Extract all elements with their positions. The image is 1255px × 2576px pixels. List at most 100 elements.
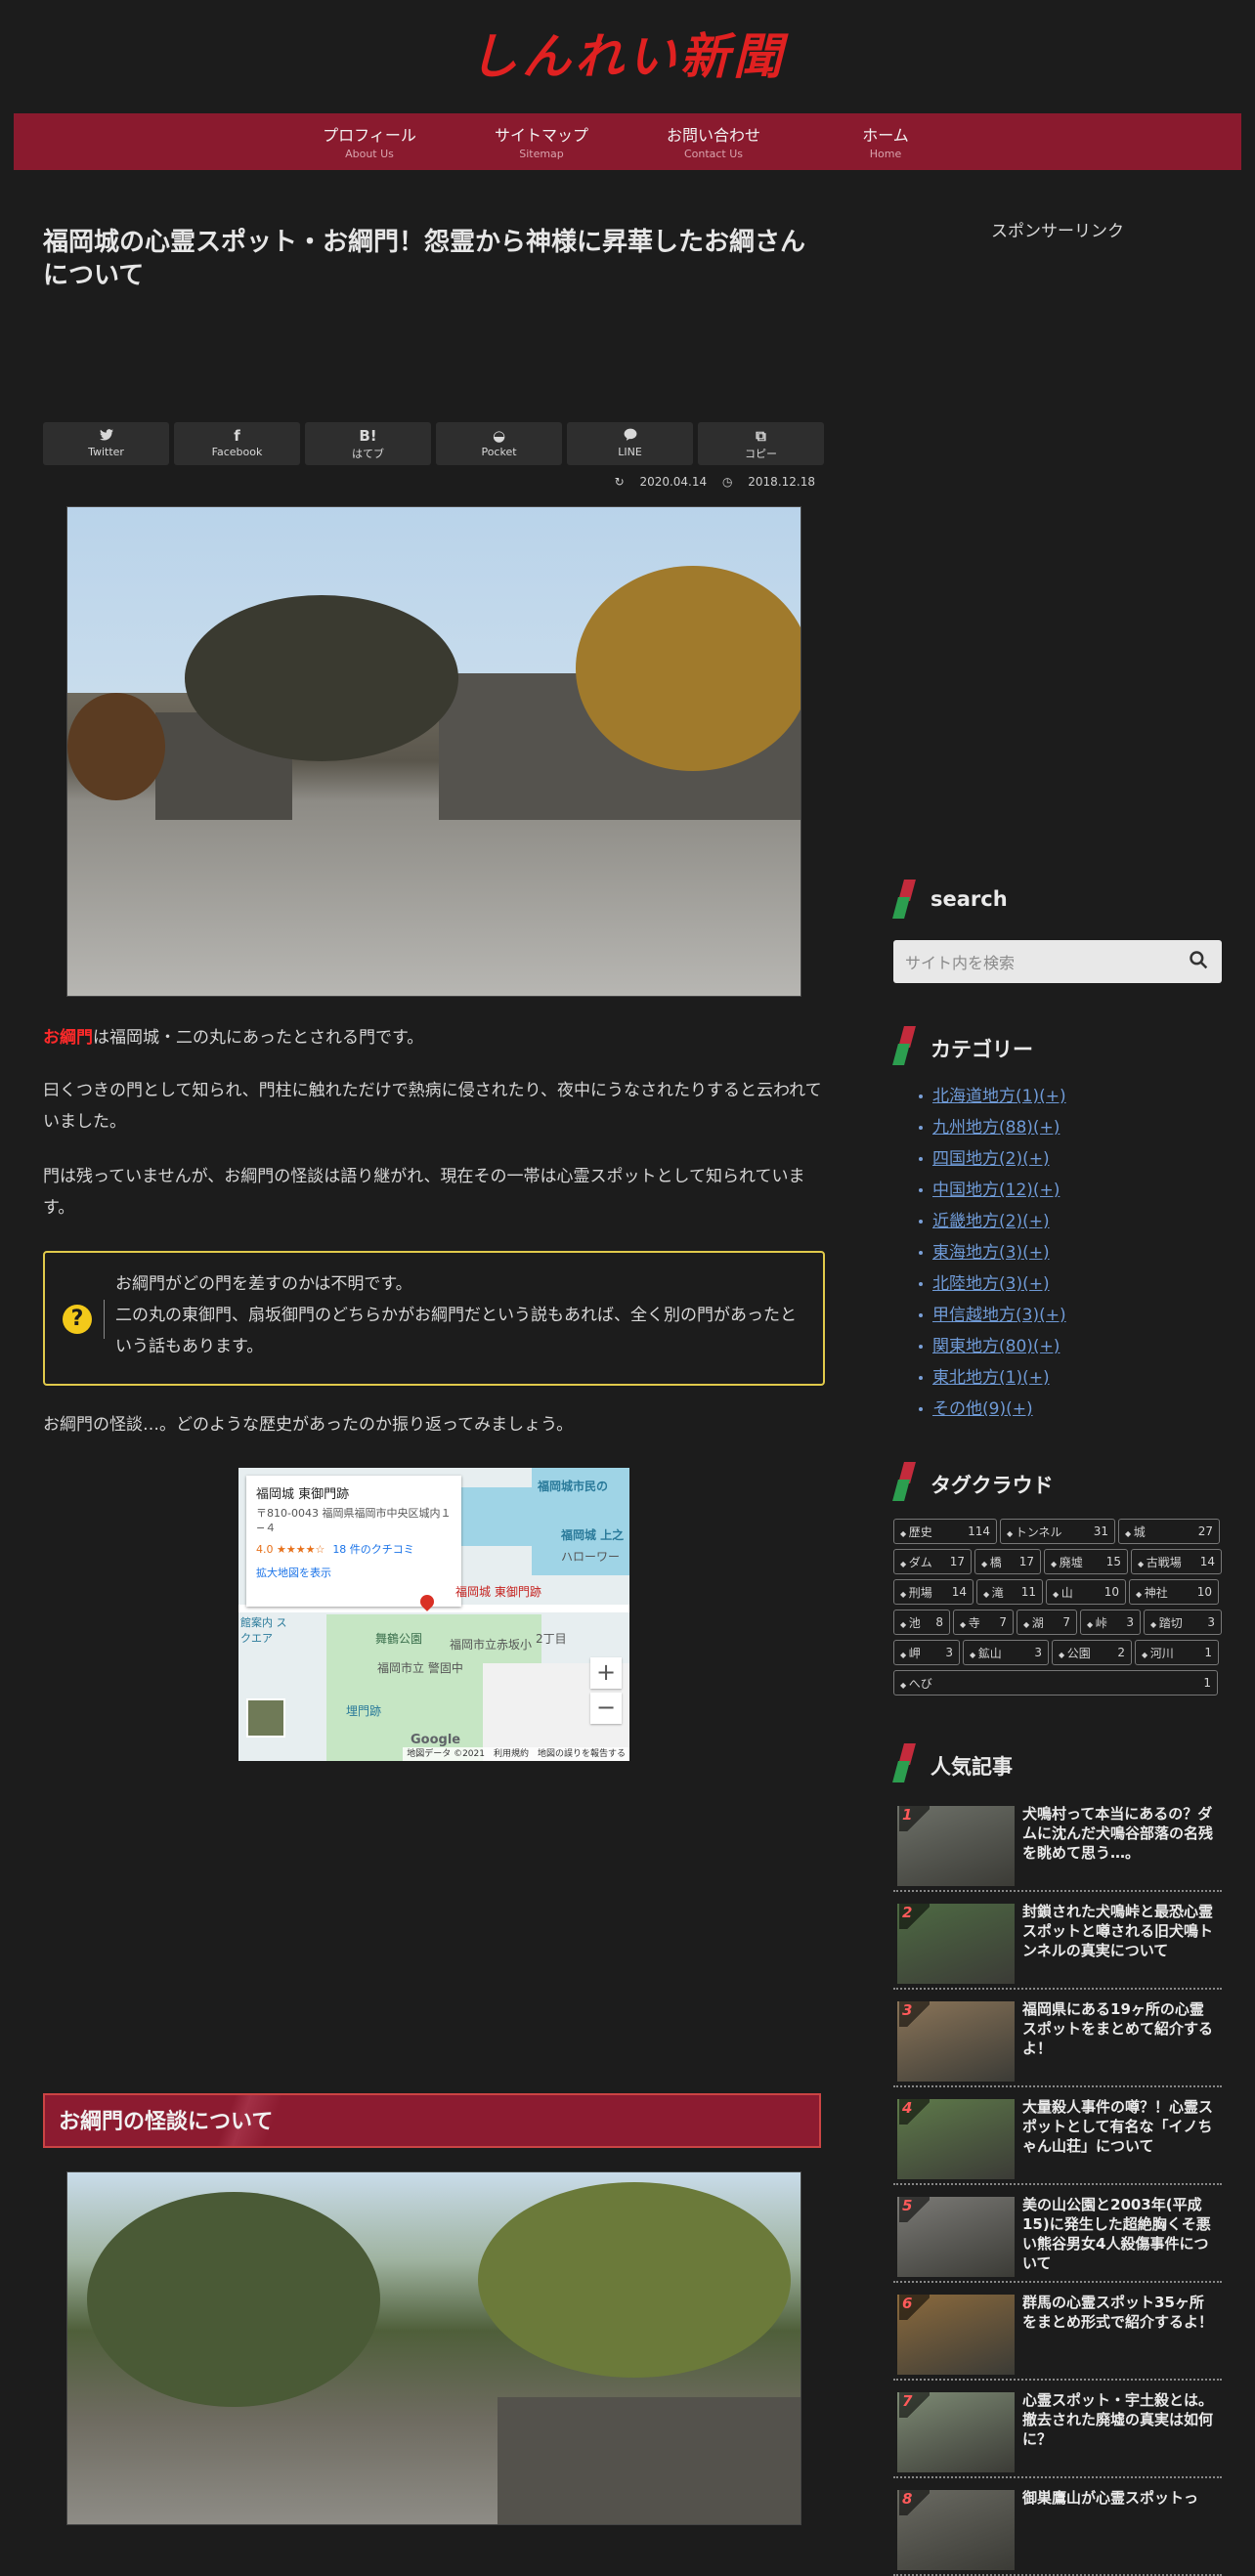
tag-link[interactable]: 岬3 [893,1640,960,1665]
popular-post-item[interactable]: 5 美の山公園と2003年(平成15)に発生した超絶胸くそ悪い熊谷男女4人殺傷事件… [893,2185,1222,2283]
share-copy-button[interactable]: ⧉ コピー [698,422,824,465]
tag-count: 17 [949,1555,965,1568]
tag-link[interactable]: へび 1 [893,1670,1218,1696]
widget-title-text: タグクラウド [930,1474,1054,1497]
share-twitter-button[interactable]: Twitter [43,422,169,465]
map-enlarge-link[interactable]: 拡大地図を表示 [256,1565,452,1580]
tag-link[interactable]: 鉱山 3 [963,1640,1049,1665]
popular-post-title: 群馬の心霊スポット35ヶ所をまとめ形式で紹介するよ！ [1022,2294,1214,2331]
share-pocket-button[interactable]: ◒ Pocket [436,422,562,465]
nav-item-profile[interactable]: プロフィール About Us [283,113,455,170]
tag-link[interactable]: 歴史 114 [893,1519,997,1544]
share-line-button[interactable]: LINE [567,422,693,465]
article-main: 福岡城の心霊スポット・お綱門！怨霊から神様に昇華したお綱さんについて Twitt… [43,225,825,2525]
popular-post-rank: 3 [899,2001,930,2027]
widget-mark-icon [892,1743,916,1782]
share-hatena-button[interactable]: B! はてブ [305,422,431,465]
site-logo[interactable]: しんれい新聞 [0,18,1255,88]
map-rating: 4.0 ★★★★☆ 18 件のクチコミ [256,1541,452,1557]
tag-link[interactable]: 踏切 3 [1144,1610,1222,1635]
category-link[interactable]: 甲信越地方(3)(+) [932,1306,1066,1325]
popular-post-item[interactable]: 1 犬鳴村って本当にあるの？ダムに沈んだ犬鳴谷部落の名残を眺めて思う…。 [893,1794,1222,1892]
category-link[interactable]: 東北地方(1)(+) [932,1368,1050,1388]
tag-link[interactable]: トンネル 31 [1000,1519,1115,1544]
category-link[interactable]: 四国地方(2)(+) [932,1149,1050,1169]
tag-count: 1 [1203,1676,1211,1690]
tag-link[interactable]: 橋 17 [974,1549,1041,1574]
tag-name: 鉱山 [970,1645,1002,1661]
category-link[interactable]: 北海道地方(1)(+) [932,1087,1066,1106]
map-zoom-out-button[interactable]: − [590,1693,622,1724]
popular-post-thumbnail: 1 [897,1806,1015,1886]
tag-link[interactable]: 河川 1 [1135,1640,1219,1665]
popular-post-item[interactable]: 8 御巣鷹山が心霊スポットっ [893,2478,1222,2576]
search-icon[interactable] [1189,950,1212,973]
category-link[interactable]: 九州地方(88)(+) [932,1118,1060,1138]
popular-post-thumbnail: 3 [897,2001,1015,2082]
map-zoom-in-button[interactable]: + [590,1657,622,1689]
pocket-icon: ◒ [492,427,506,445]
popular-post-item[interactable]: 3 福岡県にある19ヶ所の心霊スポットをまとめて紹介するよ！ [893,1990,1222,2087]
tree-shape [478,2182,791,2378]
tag-link[interactable]: 公園 2 [1052,1640,1132,1665]
publish-date-value: 2018.12.18 [748,475,815,489]
popular-post-item[interactable]: 4 大量殺人事件の噂？！心霊スポットとして有名な「イノちゃん山荘」について [893,2087,1222,2185]
tag-link[interactable]: 神社 10 [1129,1579,1219,1605]
popular-post-rank: 6 [899,2295,930,2320]
paragraph: 曰くつきの門として知られ、門柱に触れただけで熱病に侵されたり、夜中にうなされたり… [43,1081,822,1132]
tag-link[interactable]: 古戦場 14 [1131,1549,1222,1574]
popular-post-thumbnail: 4 [897,2099,1015,2179]
tag-link[interactable]: 湖7 [1017,1610,1077,1635]
search-input[interactable] [893,940,1181,985]
tag-name: 刑場 [900,1584,932,1601]
share-facebook-button[interactable]: f Facebook [174,422,300,465]
embedded-map[interactable]: 福岡城 東御門跡 〒810-0043 福岡県福岡市中央区城内１−４ 4.0 ★★… [238,1468,629,1761]
tag-link[interactable]: 滝 11 [976,1579,1043,1605]
tag-link[interactable]: ダム 17 [893,1549,972,1574]
nav-item-home[interactable]: ホーム Home [800,113,972,170]
category-link[interactable]: 中国地方(12)(+) [932,1181,1060,1200]
nav-label: ホーム [862,126,909,145]
paragraph: 門は残っていませんが、お綱門の怪談は語り継がれ、現在その一帯は心霊スポットとして… [43,1167,805,1218]
popular-post-item[interactable]: 2 封鎖された犬鳴峠と最恐心霊スポットと噂される旧犬鳴トンネルの真実について [893,1892,1222,1990]
tag-name: 滝 [983,1584,1004,1601]
popular-widget-title: 人気記事 [892,1743,1222,1784]
tag-name: 橋 [981,1554,1002,1570]
tag-link[interactable]: 池8 [893,1610,950,1635]
map-label: 館案内 スクエア [240,1616,287,1645]
category-link[interactable]: 東海地方(3)(+) [932,1243,1050,1263]
tag-count: 1 [1204,1646,1212,1659]
tag-name: 古戦場 [1138,1554,1182,1570]
category-link[interactable]: 近畿地方(2)(+) [932,1212,1050,1231]
tag-count: 14 [1199,1555,1215,1568]
tree-shape [576,566,801,771]
section-heading: お綱門の怪談について [43,2093,821,2148]
tag-link[interactable]: 山 10 [1046,1579,1126,1605]
map-reviews-link[interactable]: 18 件のクチコミ [332,1543,414,1556]
tag-link[interactable]: 城 27 [1118,1519,1220,1544]
tag-count: 15 [1105,1555,1121,1568]
paragraph: お綱門は福岡城・二の丸にあったとされる門です。 [43,1022,825,1053]
tag-link[interactable]: 寺7 [953,1610,1014,1635]
rating-value: 4.0 [256,1543,274,1556]
category-link[interactable]: 北陸地方(3)(+) [932,1274,1050,1294]
global-nav: プロフィール About Us サイトマップ Sitemap お問い合わせ Co… [14,113,1241,170]
nav-sublabel: Home [869,148,902,160]
widget-mark-icon [892,880,916,919]
list-item: 東海地方(3)(+) [893,1237,1066,1268]
category-link[interactable]: その他(9)(+) [932,1399,1033,1419]
nav-item-sitemap[interactable]: サイトマップ Sitemap [455,113,628,170]
tag-name: ダム [900,1554,932,1570]
tag-cloud: 歴史114 トンネル31 城27 ダム17 橋17 廃墟15 古戦場14 刑場1… [893,1519,1222,1696]
category-link[interactable]: 関東地方(80)(+) [932,1337,1060,1356]
question-icon: ? [63,1305,92,1334]
popular-post-thumbnail: 7 [897,2392,1015,2472]
popular-post-item[interactable]: 6 群馬の心霊スポット35ヶ所をまとめ形式で紹介するよ！ [893,2283,1222,2381]
tag-link[interactable]: 廃墟 15 [1044,1549,1128,1574]
popular-post-item[interactable]: 7 心霊スポット・宇土殺とは。撤去された廃墟の真実は如何に？ [893,2381,1222,2478]
map-satellite-toggle[interactable] [246,1698,285,1738]
tag-link[interactable]: 峠3 [1080,1610,1141,1635]
google-logo: Google [411,1733,461,1747]
nav-item-contact[interactable]: お問い合わせ Contact Us [628,113,800,170]
tag-link[interactable]: 刑場 14 [893,1579,974,1605]
